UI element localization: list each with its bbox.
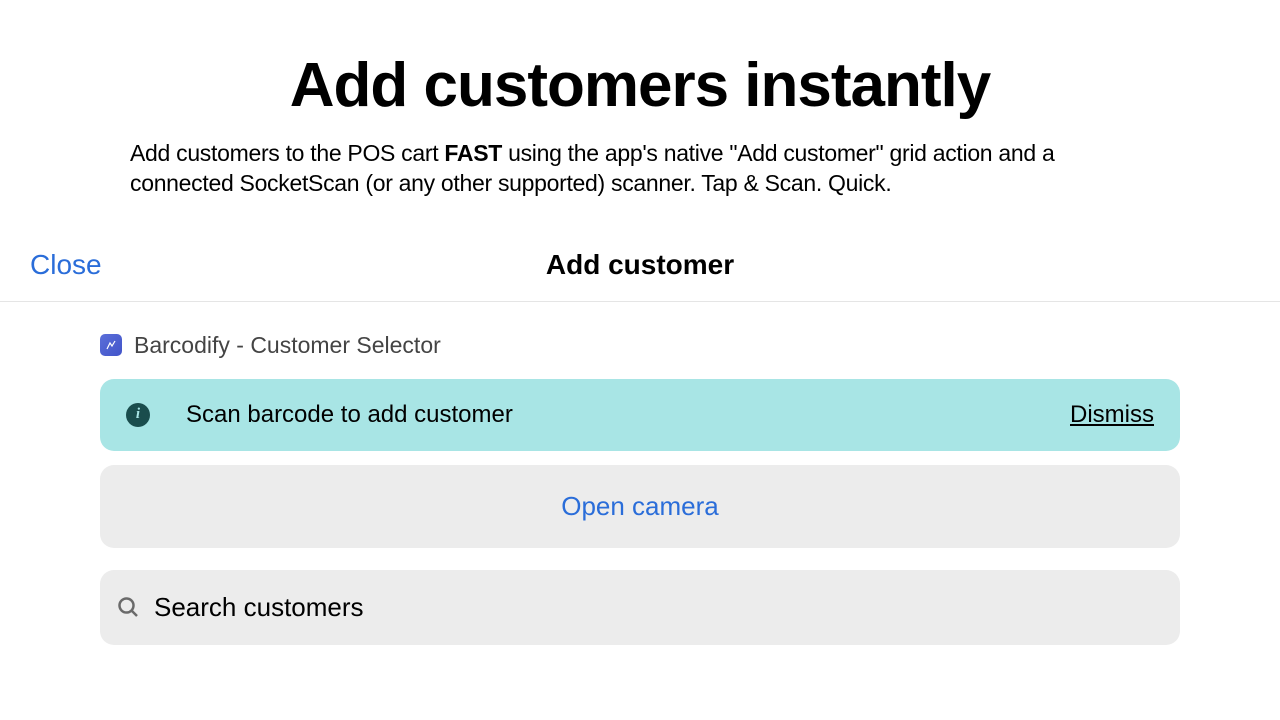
modal-content: Barcodify - Customer Selector i Scan bar… [0,302,1280,645]
hero-subtitle-pre: Add customers to the POS cart [130,140,444,166]
dismiss-button[interactable]: Dismiss [1070,401,1154,429]
info-banner: i Scan barcode to add customer Dismiss [100,379,1180,451]
app-name: Barcodify - Customer Selector [134,332,441,359]
hero-section: Add customers instantly Add customers to… [0,0,1280,229]
search-icon [116,595,140,619]
modal-header: Close Add customer [0,229,1280,302]
hero-title: Add customers instantly [130,50,1150,121]
modal-title: Add customer [546,249,734,281]
app-icon [100,334,122,356]
hero-subtitle: Add customers to the POS cart FAST using… [130,139,1150,199]
open-camera-button[interactable]: Open camera [100,465,1180,548]
search-input[interactable] [154,592,1164,623]
close-button[interactable]: Close [30,249,102,281]
app-row: Barcodify - Customer Selector [100,322,1180,379]
info-banner-text: Scan barcode to add customer [186,401,513,429]
open-camera-label: Open camera [561,491,719,521]
hero-subtitle-bold: FAST [444,140,502,166]
info-icon: i [126,403,150,427]
info-banner-left: i Scan barcode to add customer [126,401,513,429]
search-box[interactable] [100,570,1180,645]
